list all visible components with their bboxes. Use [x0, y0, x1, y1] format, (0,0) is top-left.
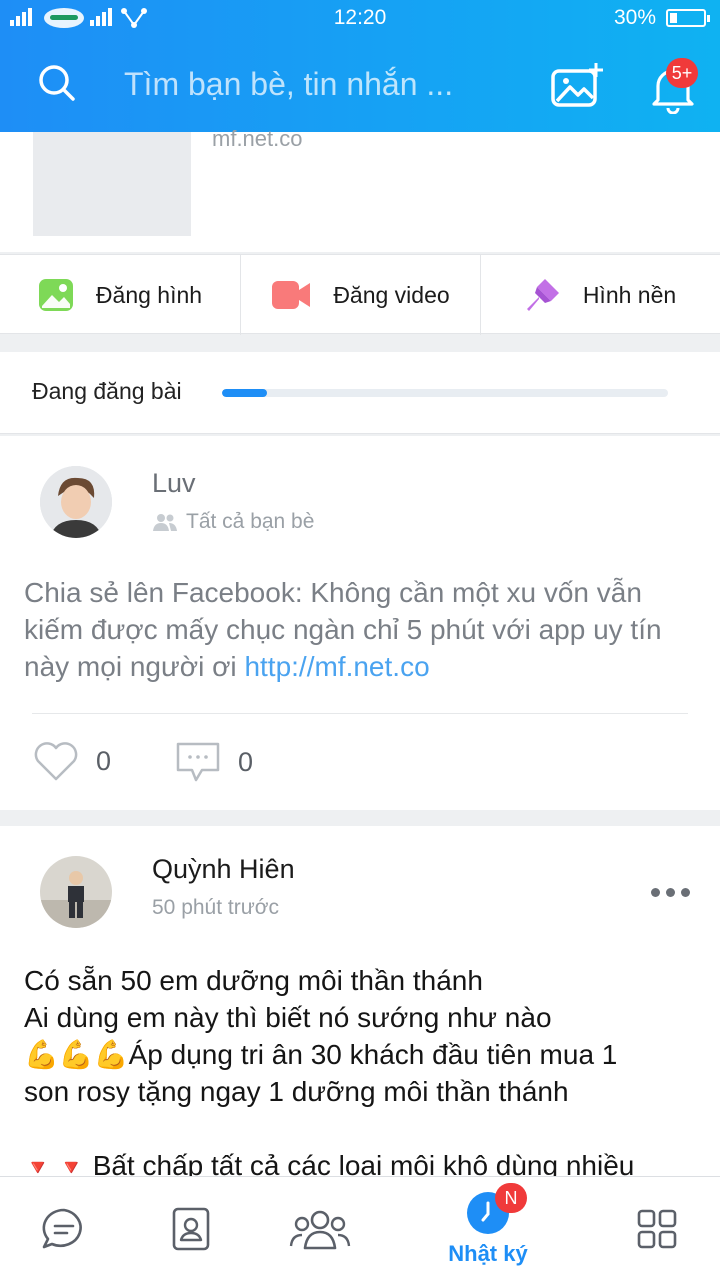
- nav-timeline[interactable]: Nhật ký: [428, 1177, 548, 1280]
- feed-post: Luv Tất cả bạn bè Chia sẻ lên Facebook: …: [0, 436, 720, 810]
- post-time: 50 phút trước: [152, 896, 280, 919]
- add-photo-icon[interactable]: [550, 60, 606, 110]
- search-icon[interactable]: [38, 64, 76, 102]
- upload-progress-fill: [222, 389, 267, 397]
- status-bar: 12:20 30%: [0, 0, 720, 36]
- contacts-icon: [172, 1207, 210, 1251]
- post-line: Có sẵn 50 em dưỡng môi thần thánh: [24, 965, 483, 996]
- wallpaper-label: Hình nền: [582, 281, 677, 308]
- nav-contacts[interactable]: [131, 1177, 251, 1280]
- upload-status-label: Đang đăng bài: [32, 378, 182, 404]
- battery-icon: [666, 9, 710, 27]
- comment-count: 0: [238, 746, 254, 777]
- profile-strip: mf.net.co: [0, 126, 720, 252]
- upload-status: Đang đăng bài: [0, 352, 720, 434]
- header: 5+: [0, 36, 720, 132]
- avatar[interactable]: [40, 856, 112, 928]
- like-count: 0: [96, 745, 112, 776]
- nav-groups[interactable]: [260, 1177, 380, 1280]
- nav-timeline-label: Nhật ký: [448, 1241, 528, 1266]
- post-link[interactable]: http://mf.net.co: [244, 651, 429, 682]
- feed-post: Quỳnh Hiên 50 phút trước Có sẵn 50 em dư…: [0, 826, 720, 1186]
- heart-icon: [34, 742, 78, 781]
- post-line: Ai dùng em này thì biết nó sướng như nào: [24, 1002, 552, 1033]
- post-author[interactable]: Luv: [152, 468, 196, 499]
- more-options-icon[interactable]: [651, 888, 690, 897]
- post-privacy-text: Tất cả bạn bè: [186, 510, 315, 533]
- wallpaper-button[interactable]: Hình nền: [481, 255, 720, 335]
- post-photo-button[interactable]: Đăng hình: [0, 255, 241, 335]
- post-body: Có sẵn 50 em dưỡng môi thần thánh Ai dùn…: [24, 962, 704, 1186]
- screen: 12:20 30% 5+ mf.: [0, 0, 720, 1280]
- chat-icon: [42, 1208, 82, 1249]
- battery-percent: 30%: [613, 6, 656, 29]
- top-bar: 12:20 30% 5+: [0, 0, 720, 132]
- post-author[interactable]: Quỳnh Hiên: [152, 854, 295, 885]
- paint-brush-icon: [526, 279, 559, 311]
- comment-button[interactable]: 0: [174, 740, 253, 784]
- nav-more[interactable]: [597, 1177, 717, 1280]
- bottom-nav: Nhật ký N: [0, 1176, 720, 1280]
- post-video-label: Đăng video: [333, 281, 450, 308]
- post-video-button[interactable]: Đăng video: [241, 255, 481, 335]
- link-site-text: mf.net.co: [212, 126, 303, 151]
- post-photo-label: Đăng hình: [95, 281, 203, 308]
- notification-badge: 5+: [666, 58, 698, 88]
- post-line: son rosy tặng ngay 1 dưỡng môi thần thán…: [24, 1076, 569, 1107]
- link-thumbnail[interactable]: [33, 132, 191, 236]
- photo-icon: [38, 279, 73, 311]
- avatar[interactable]: [40, 466, 112, 538]
- muscle-emoji-icon: 💪💪💪: [24, 1039, 129, 1070]
- post-privacy: Tất cả bạn bè: [152, 510, 314, 534]
- timeline-badge: N: [495, 1183, 527, 1213]
- groups-icon: [289, 1210, 351, 1250]
- more-apps-icon: [637, 1209, 677, 1249]
- post-line: 💪💪💪Áp dụng tri ân 30 khách đầu tiên mua …: [24, 1036, 704, 1073]
- post-actions-bar: Đăng hình Đăng video Hình nền: [0, 254, 720, 335]
- upload-progress-bar: [222, 389, 668, 397]
- search-input[interactable]: [124, 62, 534, 106]
- friends-icon: [153, 514, 177, 531]
- comment-icon: [176, 742, 220, 782]
- status-time: 12:20: [333, 6, 387, 29]
- divider: [32, 713, 688, 714]
- video-camera-icon: [272, 281, 311, 309]
- post-body: Chia sẻ lên Facebook: Không cần một xu v…: [24, 574, 704, 685]
- post-line-text: Áp dụng tri ân 30 khách đầu tiên mua 1: [128, 1039, 618, 1070]
- like-button[interactable]: 0: [32, 740, 111, 782]
- nav-messages[interactable]: [4, 1177, 124, 1280]
